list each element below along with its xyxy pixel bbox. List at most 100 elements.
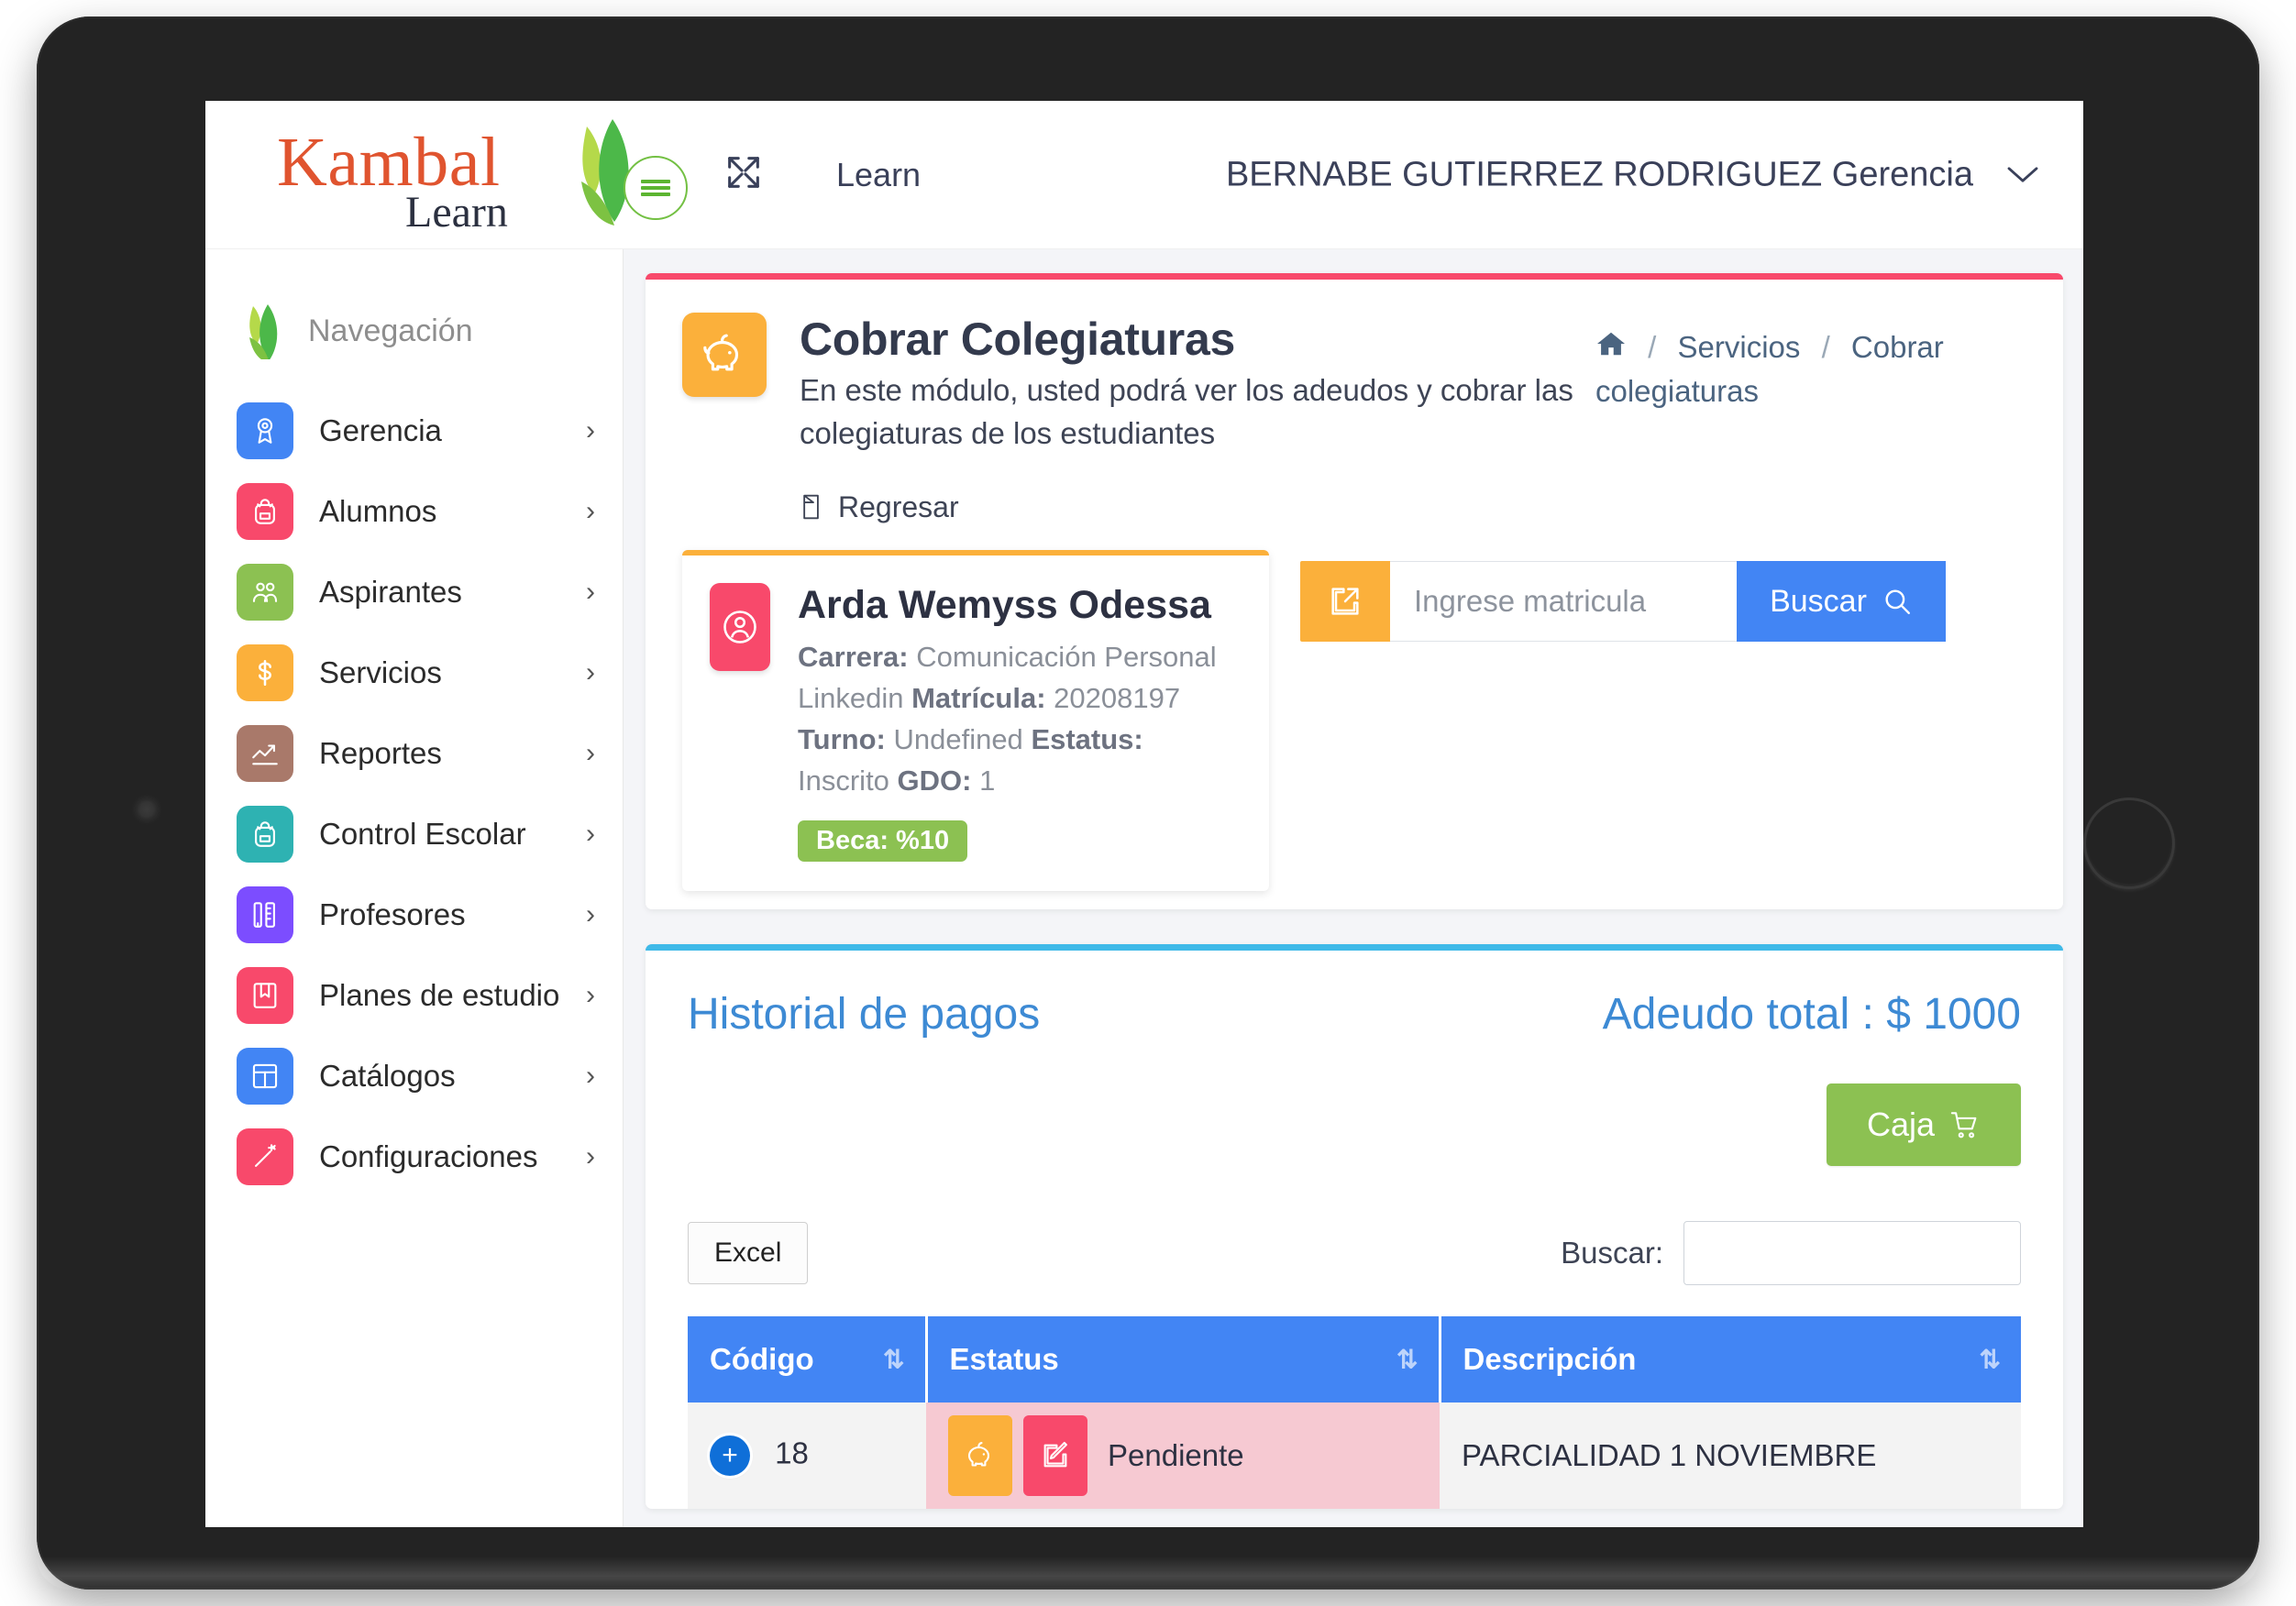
table-filter-input[interactable] [1683,1220,2021,1285]
breadcrumb-item-servicios[interactable]: Servicios [1678,330,1801,364]
student-field-value-turno: Undefined [893,723,1023,756]
student-field-value-matricula: 20208197 [1054,682,1181,715]
sidebar-item-planes-de-estudio[interactable]: Planes de estudio › [205,955,623,1036]
expand-arrows-icon[interactable] [723,151,765,198]
search-input[interactable] [1390,561,1737,643]
table-filter: Buscar: [1561,1220,2021,1285]
edit-square-icon[interactable] [1023,1414,1087,1496]
sidebar-item-configuraciones[interactable]: Configuraciones › [205,1116,623,1197]
trend-up-icon [237,725,293,782]
column-header-estatus-label: Estatus [949,1341,1059,1376]
cart-icon [1950,1112,1977,1138]
home-button[interactable] [2083,798,2175,889]
module-card: Cobrar Colegiaturas En este módulo, uste… [646,273,2063,909]
search-button[interactable]: Buscar [1737,561,1946,643]
chevron-right-icon: › [586,577,595,607]
table-header-row: Código ⇅ Estatus ⇅ Descripción ⇅ [688,1315,2021,1402]
cell-estatus: Pendiente [926,1402,1440,1509]
sort-updown-icon: ⇅ [883,1345,905,1374]
sidebar-item-label: Profesores [319,897,466,931]
search-button-label: Buscar [1770,583,1867,619]
column-header-codigo[interactable]: Código ⇅ [688,1315,928,1402]
matricula-search-bar: Buscar [1300,561,1946,643]
payment-history-title: Historial de pagos [688,989,1041,1039]
sidebar-item-gerencia[interactable]: Gerencia › [205,390,623,471]
table-row: + 18 Pendiente PARCIALIDAD 1 NOVIEMBRE [688,1402,2021,1509]
user-name-label: BERNABE GUTIERREZ RODRIGUEZ Gerencia [1225,155,1973,193]
cell-codigo: + 18 [688,1402,926,1509]
sidebar-item-reportes[interactable]: Reportes › [205,713,623,794]
chevron-right-icon: › [586,899,595,930]
magic-wand-icon [237,1128,293,1185]
payment-history-header: Historial de pagos Adeudo total : $ 1000 [646,951,2063,1040]
sidebar-item-label: Aspirantes [319,575,462,609]
sidebar-item-alumnos[interactable]: Alumnos › [205,471,623,552]
page-title: Cobrar Colegiaturas [800,314,1235,365]
user-circle-icon [710,583,770,672]
module-header: Cobrar Colegiaturas En este módulo, uste… [646,280,2063,550]
dollar-icon [237,644,293,701]
piggy-bank-icon [682,313,767,397]
pencil-ruler-icon [237,886,293,943]
table-filter-label: Buscar: [1561,1235,1663,1270]
top-navigation-bar: Kambal Learn Learn BERNABE GUTIERREZ ROD… [205,101,2083,249]
chevron-down-icon[interactable] [2004,163,2041,187]
student-info-card: Arda Wemyss Odessa Carrera: Comunicación… [682,550,1269,891]
app-label: Learn [836,155,922,193]
sidebar-item-profesores[interactable]: Profesores › [205,874,623,955]
tablet-device-frame: Kambal Learn Learn BERNABE GUTIERREZ ROD… [37,16,2259,1590]
column-header-codigo-label: Código [710,1341,814,1376]
back-link[interactable]: Regresar [800,490,959,524]
sidebar-item-label: Reportes [319,736,442,770]
leaf-icon [249,304,278,359]
external-link-icon[interactable] [1300,561,1390,643]
medal-icon [237,402,293,459]
chevron-right-icon: › [586,657,595,688]
brand-name-bottom: Learn [405,187,508,236]
student-field-label-estatus: Estatus: [1031,723,1143,756]
column-header-estatus[interactable]: Estatus ⇅ [926,1315,1441,1402]
chevron-right-icon: › [586,496,595,526]
sidebar-heading: Navegación [205,277,623,390]
plus-circle-icon[interactable]: + [710,1435,750,1476]
backpack-icon [237,806,293,863]
main-content: Cobrar Colegiaturas En este módulo, uste… [624,249,2083,1527]
bookmark-icon [237,967,293,1024]
sidebar-item-cat-logos[interactable]: Catálogos › [205,1036,623,1116]
sidebar-item-aspirantes[interactable]: Aspirantes › [205,552,623,632]
brand-logo[interactable]: Kambal Learn [205,116,701,236]
sidebar-item-label: Alumnos [319,494,437,528]
export-excel-button[interactable]: Excel [688,1221,809,1284]
people-icon [237,564,293,621]
payments-table: Código ⇅ Estatus ⇅ Descripción ⇅ + 18 Pe… [688,1315,2021,1509]
sidebar-heading-label: Navegación [308,313,473,348]
sidebar: Navegación Gerencia › Alumnos › Aspirantes › S… [205,249,624,1527]
cell-codigo-value: 18 [775,1436,809,1470]
cell-descripcion: PARCIALIDAD 1 NOVIEMBRE [1440,1402,2021,1509]
student-field-label-matricula: Matrícula: [911,682,1046,715]
breadcrumb-separator-2: / [1821,330,1830,364]
sidebar-item-control-escolar[interactable]: Control Escolar › [205,794,623,874]
student-and-search-row: Arda Wemyss Odessa Carrera: Comunicación… [646,550,2063,909]
scholarship-badge: Beca: %10 [798,820,968,862]
piggy-bank-icon[interactable] [948,1414,1012,1496]
student-field-value-estatus: Inscrito [798,764,889,798]
student-field-label-carrera: Carrera: [798,641,909,674]
sort-updown-icon: ⇅ [1979,1345,2001,1374]
user-menu[interactable]: BERNABE GUTIERREZ RODRIGUEZ Gerencia [1226,155,2041,194]
front-camera [135,798,159,821]
caja-button[interactable]: Caja [1826,1083,2021,1166]
sort-updown-icon: ⇅ [1396,1345,1418,1374]
student-meta: Carrera: Comunicación Personal Linkedin … [798,637,1238,802]
home-icon[interactable] [1595,330,1635,364]
search-icon [1885,589,1910,615]
chevron-right-icon: › [586,415,595,446]
sidebar-item-label: Configuraciones [319,1139,538,1173]
hamburger-menu-button[interactable] [624,155,688,220]
breadcrumb-separator-1: / [1648,330,1657,364]
chevron-right-icon: › [586,1061,595,1091]
cell-estatus-label: Pendiente [1108,1437,1244,1472]
sidebar-item-servicios[interactable]: Servicios › [205,632,623,713]
page-description: En este módulo, usted podrá ver los adeu… [800,373,1573,450]
column-header-descripcion[interactable]: Descripción ⇅ [1440,1315,2021,1402]
